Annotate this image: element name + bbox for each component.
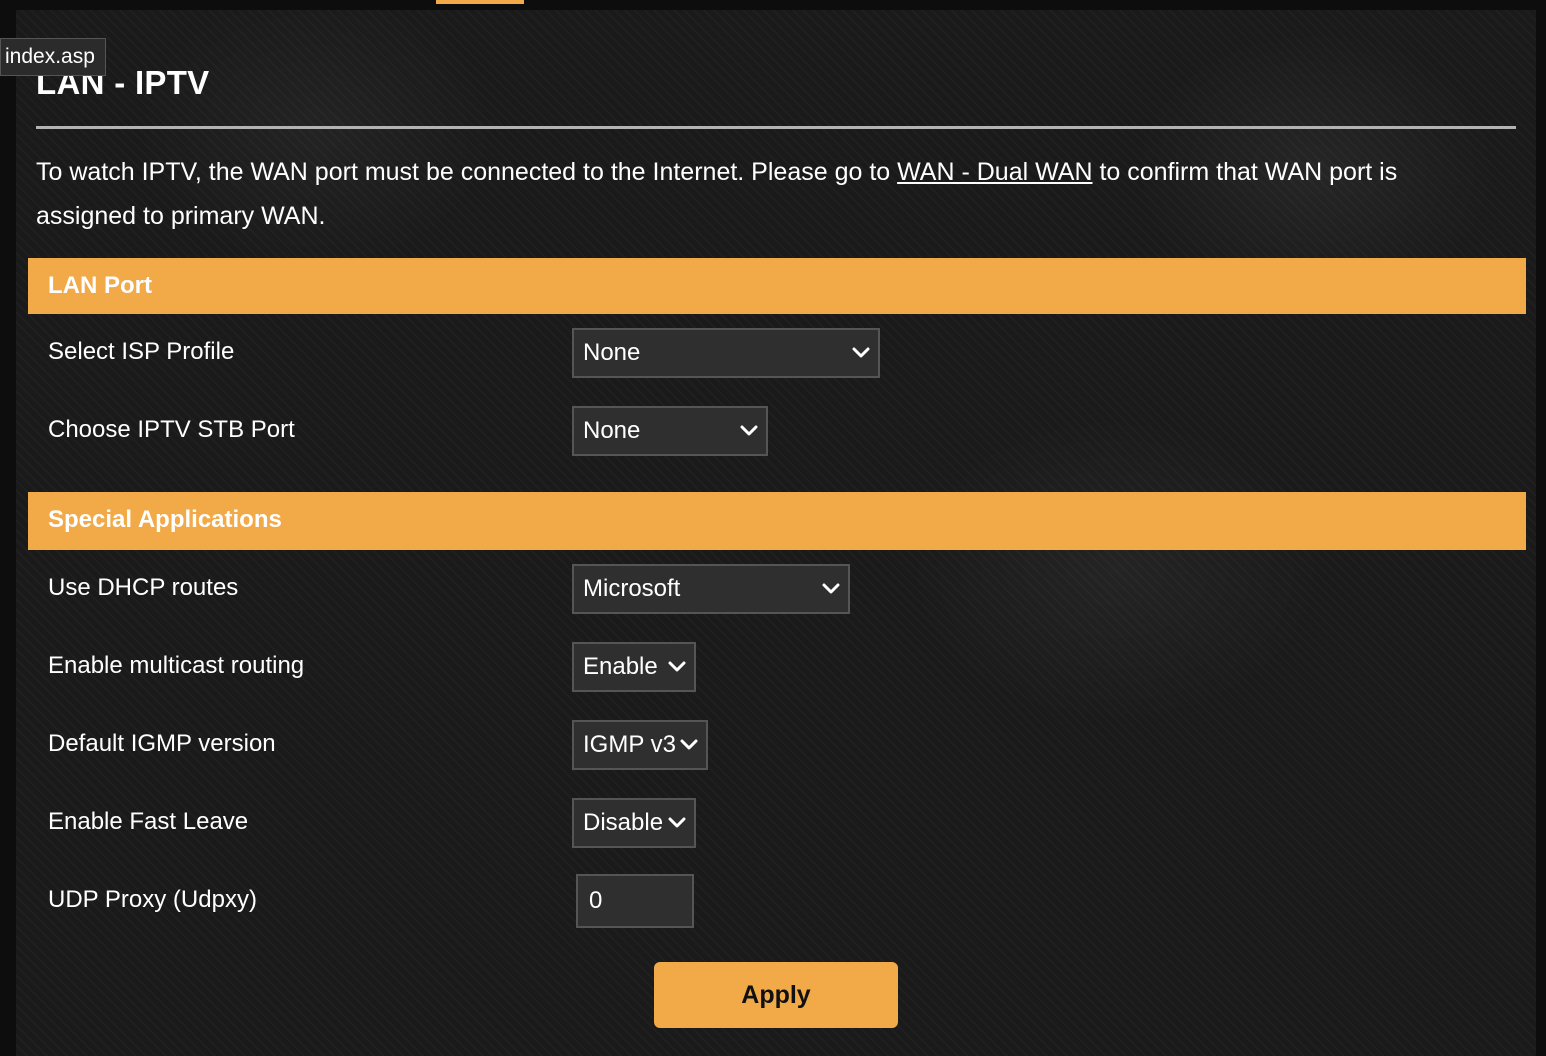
chevron-down-icon	[668, 817, 686, 828]
isp-profile-select[interactable]: None	[572, 328, 880, 378]
chevron-down-icon	[852, 347, 870, 358]
stb-port-select[interactable]: None	[572, 406, 768, 456]
chevron-down-icon	[822, 583, 840, 594]
multicast-routing-select[interactable]: Enable	[572, 642, 696, 692]
dhcp-routes-select[interactable]: Microsoft	[572, 564, 850, 614]
dhcp-routes-label: Use DHCP routes	[48, 574, 239, 601]
chevron-down-icon	[740, 425, 758, 436]
igmp-version-select[interactable]: IGMP v3	[572, 720, 708, 770]
active-tab-indicator	[436, 0, 524, 4]
dhcp-routes-value: Microsoft	[583, 575, 681, 602]
title-divider	[36, 126, 1516, 129]
section-header-special-applications: Special Applications	[28, 492, 1526, 550]
multicast-routing-label: Enable multicast routing	[48, 652, 305, 679]
section-header-lan-port: LAN Port	[28, 258, 1526, 314]
stb-port-label: Choose IPTV STB Port	[48, 416, 295, 443]
intro-text: To watch IPTV, the WAN port must be conn…	[36, 150, 1496, 238]
chevron-down-icon	[668, 661, 686, 672]
udp-proxy-input[interactable]	[576, 874, 694, 928]
udp-proxy-label: UDP Proxy (Udpxy)	[48, 886, 257, 913]
isp-profile-label: Select ISP Profile	[48, 338, 235, 365]
intro-text-before: To watch IPTV, the WAN port must be conn…	[36, 158, 898, 186]
igmp-version-label: Default IGMP version	[48, 730, 276, 757]
igmp-version-value: IGMP v3	[583, 731, 676, 758]
multicast-routing-value: Enable	[583, 653, 658, 680]
wan-dual-wan-link[interactable]: WAN - Dual WAN	[897, 158, 1092, 186]
page-edge	[1536, 0, 1546, 1056]
fast-leave-label: Enable Fast Leave	[48, 808, 249, 835]
isp-profile-value: None	[583, 339, 641, 366]
chevron-down-icon	[680, 739, 698, 750]
fast-leave-value: Disable	[583, 809, 664, 836]
fast-leave-select[interactable]: Disable	[572, 798, 696, 848]
stb-port-value: None	[583, 417, 641, 444]
apply-button[interactable]: Apply	[654, 962, 898, 1028]
url-tooltip: index.asp	[0, 38, 106, 76]
